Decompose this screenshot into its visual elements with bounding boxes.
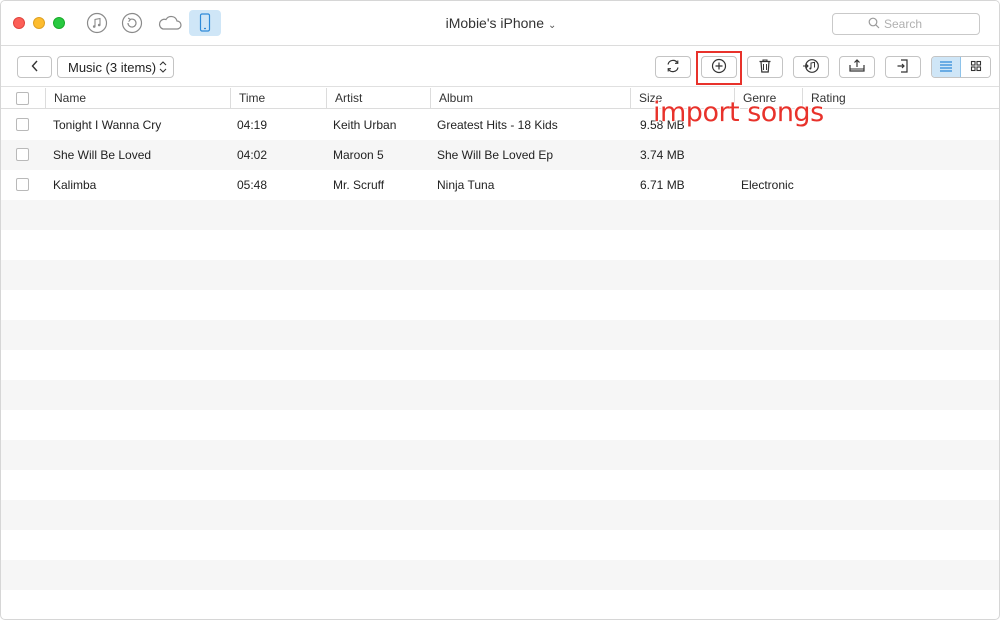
song-name: Kalimba [53,178,97,192]
empty-row [1,560,999,590]
empty-row [1,290,999,320]
send-to-device-button[interactable] [885,56,921,78]
grid-view-icon [970,60,982,75]
column-header-size[interactable]: Size [630,88,734,109]
delete-button[interactable] [747,56,783,78]
refresh-icon [665,58,681,77]
add-icon [711,58,727,77]
delete-icon [757,58,773,77]
send-to-device-icon [895,58,911,77]
column-header-genre[interactable]: Genre [734,88,802,109]
column-header-rating[interactable]: Rating [802,88,999,109]
empty-row [1,440,999,470]
send-to-itunes-button[interactable] [793,56,829,78]
song-time: 04:02 [237,148,268,162]
song-genre: Electronic [741,178,794,192]
empty-row [1,590,999,619]
row-checkbox[interactable] [16,178,29,191]
select-all-checkbox[interactable] [16,92,29,105]
search-input[interactable] [884,17,944,31]
song-time: 04:19 [237,118,268,132]
device-name: iMobie's iPhone [445,15,544,31]
toolbar: Music (3 items) [1,47,999,87]
empty-row [1,200,999,230]
table-row[interactable]: Tonight I Wanna Cry 04:19 Keith Urban Gr… [1,110,999,140]
list-view-button[interactable] [932,57,962,77]
table-header: Name Time Artist Album Size Genre Rating [1,88,999,109]
column-header-name[interactable]: Name [45,88,230,109]
empty-row [1,230,999,260]
back-button[interactable] [17,56,52,78]
empty-row [1,470,999,500]
send-to-computer-icon [848,58,866,77]
empty-row [1,320,999,350]
song-artist: Mr. Scruff [333,178,385,192]
empty-row [1,260,999,290]
list-view-icon [939,60,953,75]
column-header-artist[interactable]: Artist [326,88,430,109]
empty-row [1,500,999,530]
song-album: Greatest Hits - 18 Kids [437,118,558,132]
row-checkbox[interactable] [16,118,29,131]
search-box[interactable] [832,13,980,35]
column-header-time[interactable]: Time [230,88,326,109]
send-to-computer-button[interactable] [839,56,875,78]
empty-row [1,350,999,380]
song-artist: Keith Urban [333,118,397,132]
category-select-value: Music (3 items) [68,59,157,75]
song-time: 05:48 [237,178,268,192]
row-checkbox[interactable] [16,148,29,161]
empty-row [1,410,999,440]
category-select[interactable]: Music (3 items) [57,56,174,78]
refresh-button[interactable] [655,56,691,78]
song-size: 9.58 MB [640,118,685,132]
search-icon [868,17,884,32]
song-name: She Will Be Loved [53,148,152,162]
view-toggle [931,56,991,78]
app-window: iMobie's iPhone ⌄ Music (3 items) [0,0,1000,620]
grid-view-button[interactable] [961,57,990,77]
song-album: Ninja Tuna [437,178,495,192]
empty-row [1,380,999,410]
song-artist: Maroon 5 [333,148,384,162]
song-name: Tonight I Wanna Cry [53,118,162,132]
table-row[interactable]: Kalimba 05:48 Mr. Scruff Ninja Tuna 6.71… [1,170,999,200]
column-header-album[interactable]: Album [430,88,630,109]
send-to-itunes-icon [802,58,820,77]
empty-row [1,530,999,560]
table-row[interactable]: She Will Be Loved 04:02 Maroon 5 She Wil… [1,140,999,170]
add-button[interactable] [701,56,737,78]
song-size: 3.74 MB [640,148,685,162]
song-album: She Will Be Loved Ep [437,148,554,162]
chevron-left-icon [30,59,40,76]
song-list: Tonight I Wanna Cry 04:19 Keith Urban Gr… [1,110,999,619]
song-size: 6.71 MB [640,178,685,192]
updown-chevron-icon [159,60,167,75]
chevron-down-icon: ⌄ [548,20,557,31]
title-bar: iMobie's iPhone ⌄ [1,1,999,46]
